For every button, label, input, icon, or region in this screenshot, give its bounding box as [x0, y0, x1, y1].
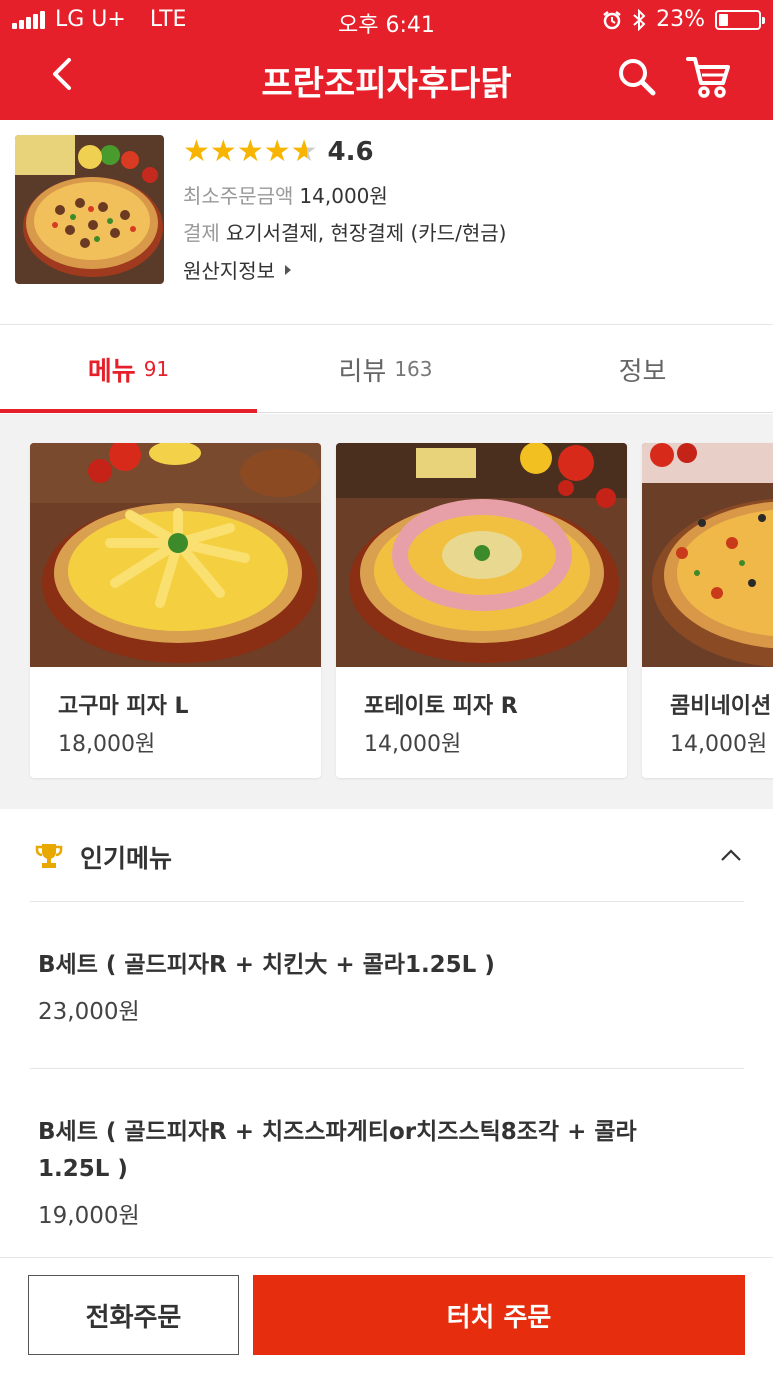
menu-name: 콤비네이션 [670, 694, 772, 719]
origin-info-link[interactable]: 원산지정보 [183, 255, 291, 284]
app-header: LG U+ LTE 오후 6:41 23% 프란조피자후다닭 [0, 0, 773, 120]
store-thumbnail [15, 135, 164, 284]
tab-review-count: 163 [394, 357, 433, 381]
battery-percent: 23% [656, 7, 705, 32]
payment-row: 결제 요기서결제, 현장결제 (카드/현금) [183, 217, 506, 246]
star-icon: ★ [183, 134, 210, 169]
menu-name: 포테이토 피자 R [364, 694, 518, 719]
popular-item-name: B세트 ( 골드피자R + 치즈스파게티or치즈스틱8조각 + 콜라1.25L … [38, 1119, 637, 1182]
menu-image [642, 443, 773, 667]
payment-value: 요기서결제, 현장결제 (카드/현금) [225, 221, 507, 245]
menu-card[interactable]: 포테이토 피자 R 14,000원 [336, 443, 627, 778]
list-item[interactable]: B세트 ( 골드피자R + 치킨大 + 콜라1.25L ) 23,000원 [30, 902, 744, 1069]
min-order-label: 최소주문금액 [183, 184, 294, 208]
bluetooth-icon [633, 8, 646, 31]
tab-menu-label: 메뉴 [87, 356, 136, 387]
popular-menu-title: 인기메뉴 [80, 844, 173, 873]
rating-value: 4.6 [327, 137, 374, 167]
payment-label: 결제 [183, 221, 220, 245]
featured-menu-carousel[interactable]: 고구마 피자 L 18,000원 포테이토 피자 R 14,000원 콤비네이션… [0, 414, 773, 809]
popular-menu-header[interactable]: 인기메뉴 [30, 809, 744, 902]
order-bar: 전화주문 터치 주문 [0, 1257, 773, 1374]
caret-right-icon [285, 264, 291, 275]
menu-card[interactable]: 고구마 피자 L 18,000원 [30, 443, 321, 778]
tab-review-label: 리뷰 [338, 356, 387, 387]
rating: ★ ★ ★ ★ ★ 4.6 [183, 136, 374, 168]
tab-menu-count: 91 [143, 357, 170, 381]
menu-image [336, 443, 627, 667]
tab-bar: 메뉴 91 리뷰 163 정보 [0, 325, 773, 413]
chevron-up-icon[interactable] [718, 842, 744, 868]
menu-price: 14,000원 [670, 732, 768, 757]
battery-icon [715, 9, 765, 30]
tab-menu[interactable]: 메뉴 91 [0, 325, 257, 413]
star-half-icon: ★ [290, 134, 318, 169]
battery-fill [719, 13, 728, 26]
popular-menu-section: 인기메뉴 B세트 ( 골드피자R + 치킨大 + 콜라1.25L ) 23,00… [0, 809, 773, 1257]
popular-item-price: 19,000원 [38, 1203, 140, 1229]
alarm-icon [603, 10, 621, 29]
origin-info-label: 원산지정보 [183, 259, 275, 283]
nav-bar: 프란조피자후다닭 [0, 40, 773, 120]
store-info: ★ ★ ★ ★ ★ 4.6 최소주문금액 14,000원 결제 요기서결제, 현장결… [0, 120, 773, 325]
tab-review[interactable]: 리뷰 163 [257, 325, 514, 413]
menu-card[interactable]: 콤비네이션 14,000원 [642, 443, 773, 778]
menu-image [30, 443, 321, 667]
phone-order-button[interactable]: 전화주문 [28, 1275, 239, 1355]
star-icon: ★ [236, 134, 264, 169]
menu-name: 고구마 피자 L [58, 694, 189, 719]
list-item[interactable]: B세트 ( 골드피자R + 치즈스파게티or치즈스틱8조각 + 콜라1.25L … [30, 1069, 744, 1257]
tab-info-label: 정보 [618, 356, 667, 387]
min-order-row: 최소주문금액 14,000원 [183, 180, 388, 209]
search-icon[interactable] [612, 52, 662, 102]
tab-info[interactable]: 정보 [514, 325, 771, 413]
popular-item-name: B세트 ( 골드피자R + 치킨大 + 콜라1.25L ) [38, 952, 495, 978]
min-order-value: 14,000원 [299, 184, 388, 208]
popular-item-price: 23,000원 [38, 999, 140, 1025]
active-tab-indicator [0, 409, 257, 413]
cart-icon[interactable] [684, 52, 734, 102]
trophy-icon [35, 844, 63, 868]
menu-price: 18,000원 [58, 732, 156, 757]
menu-price: 14,000원 [364, 732, 462, 757]
star-icon: ★ [263, 134, 291, 169]
status-bar: LG U+ LTE 오후 6:41 23% [0, 0, 773, 40]
touch-order-button[interactable]: 터치 주문 [253, 1275, 745, 1355]
chevron-left-icon[interactable] [38, 50, 88, 100]
star-icon: ★ [209, 134, 237, 169]
